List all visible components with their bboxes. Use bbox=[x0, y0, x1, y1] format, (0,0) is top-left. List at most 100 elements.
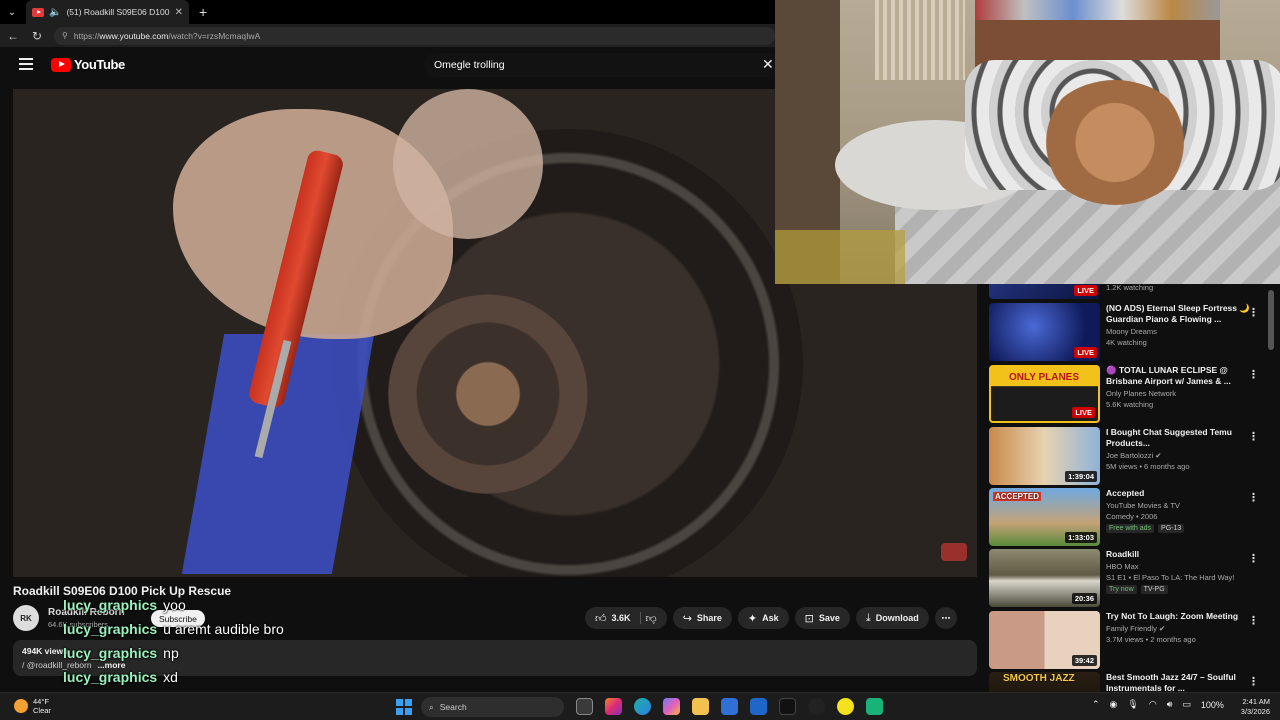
video-title[interactable]: Roadkill bbox=[1106, 549, 1256, 560]
weather-condition: Clear bbox=[33, 706, 51, 715]
temperature: 44°F bbox=[33, 697, 49, 706]
share-arrow-icon: ↪ bbox=[682, 612, 692, 625]
video-info: Best Smooth Jazz 24/7 – Soulful Instrume… bbox=[1106, 672, 1256, 692]
youtube-header: YouTube Omegle trolling ✕ bbox=[0, 47, 780, 83]
wifi-icon[interactable]: ◠ bbox=[1149, 699, 1157, 710]
recommendation-item[interactable]: 20:36 Roadkill HBO Max S1 E1 • El Paso T… bbox=[989, 549, 1274, 607]
chat-text: np bbox=[163, 645, 179, 661]
video-title[interactable]: Best Smooth Jazz 24/7 – Soulful Instrume… bbox=[1106, 672, 1256, 692]
video-title[interactable]: (NO ADS) Eternal Sleep Fortress 🌙 Guardi… bbox=[1106, 303, 1256, 325]
chat-text: u aremt audible bro bbox=[163, 621, 284, 637]
url-field[interactable]: ⚲ https://www.youtube.com/watch?v=rzsMcm… bbox=[54, 26, 775, 45]
video-thumbnail[interactable]: LIVE bbox=[989, 284, 1100, 299]
channel-name[interactable]: YouTube Movies & TV bbox=[1106, 501, 1256, 510]
more-options-icon[interactable]: ⋮ bbox=[1248, 430, 1259, 443]
download-label: Download bbox=[875, 613, 919, 623]
file-explorer-icon[interactable] bbox=[692, 698, 709, 715]
video-title[interactable]: Accepted bbox=[1106, 488, 1256, 499]
video-title[interactable]: Try Not To Laugh: Zoom Meeting bbox=[1106, 611, 1256, 622]
recommendation-item[interactable]: LIVE 1.2K watching bbox=[989, 284, 1274, 299]
recommendation-item[interactable]: ONLY PLANES LIVE 🟣 TOTAL LUNAR ECLIPSE @… bbox=[989, 365, 1274, 423]
snapchat-icon[interactable] bbox=[837, 698, 854, 715]
video-thumbnail[interactable]: SMOOTH JAZZ bbox=[989, 672, 1100, 692]
recommendation-item[interactable]: ACCEPTED 1:33:03 Accepted YouTube Movies… bbox=[989, 488, 1274, 546]
channel-name[interactable]: HBO Max bbox=[1106, 562, 1256, 571]
try-now-badge[interactable]: Try now bbox=[1106, 585, 1137, 594]
channel-row: RK Roadkill Reborn 64.6K subscribers Sub… bbox=[13, 605, 205, 631]
download-button[interactable]: ⤓ Download bbox=[855, 607, 929, 629]
video-thumbnail[interactable]: ACCEPTED 1:33:03 bbox=[989, 488, 1100, 546]
clock[interactable]: 2:41 AM 3/3/2026 bbox=[1226, 697, 1270, 717]
copilot-icon[interactable] bbox=[663, 698, 680, 715]
rating-badge: PG-13 bbox=[1158, 524, 1185, 533]
microsoft-store-icon[interactable] bbox=[721, 698, 738, 715]
edge-browser-icon[interactable] bbox=[634, 698, 651, 715]
task-view-icon[interactable] bbox=[576, 698, 593, 715]
tray-app-icon[interactable]: ◉ bbox=[1110, 699, 1118, 710]
channel-avatar[interactable]: RK bbox=[13, 605, 39, 631]
ask-button[interactable]: ✦ Ask bbox=[737, 607, 789, 629]
battery-icon[interactable]: ▭ bbox=[1182, 699, 1191, 710]
tag-row: Free with ads PG-13 bbox=[1106, 524, 1256, 533]
channel-name[interactable]: Moony Dreams bbox=[1106, 327, 1256, 336]
recommendation-item[interactable]: 1:39:04 I Bought Chat Suggested Temu Pro… bbox=[989, 427, 1274, 485]
volume-icon[interactable]: 🔊︎ bbox=[1167, 699, 1173, 710]
back-arrow-icon[interactable]: ← bbox=[6, 29, 20, 43]
clear-search-icon[interactable]: ✕ bbox=[762, 56, 774, 73]
close-tab-icon[interactable]: ✕ bbox=[175, 7, 183, 18]
video-title[interactable]: 🟣 TOTAL LUNAR ECLIPSE @ Brisbane Airport… bbox=[1106, 365, 1256, 387]
youtube-favicon-icon bbox=[32, 7, 44, 17]
video-thumbnail[interactable]: 1:39:04 bbox=[989, 427, 1100, 485]
taskbar-search[interactable]: ⌕ Search bbox=[421, 697, 564, 717]
share-button[interactable]: ↪ Share bbox=[672, 607, 732, 629]
more-options-icon[interactable]: ⋮ bbox=[1248, 675, 1259, 688]
windows-taskbar: 44°F Clear ⌕ Search ⌃ ◉ 🎙︎ ◠ 🔊︎ ▭ 100% 2… bbox=[0, 692, 1280, 720]
microphone-icon[interactable]: 🎙︎ bbox=[1127, 699, 1138, 710]
more-options-icon[interactable]: ⋮ bbox=[1248, 552, 1259, 565]
recommendation-item[interactable]: 39:42 Try Not To Laugh: Zoom Meeting Fam… bbox=[989, 611, 1274, 669]
more-options-icon[interactable]: ⋮ bbox=[1248, 306, 1259, 319]
more-options-icon[interactable]: ⋮ bbox=[1248, 614, 1259, 627]
new-tab-plus-icon[interactable]: + bbox=[199, 4, 207, 20]
hamburger-menu-icon[interactable] bbox=[19, 58, 33, 70]
video-info: Try Not To Laugh: Zoom Meeting Family Fr… bbox=[1106, 611, 1256, 644]
like-button[interactable]: 👍︎ 3.6K 👎︎ bbox=[585, 607, 667, 629]
channel-watermark-icon[interactable] bbox=[941, 543, 967, 561]
video-info: Accepted YouTube Movies & TV Comedy • 20… bbox=[1106, 488, 1256, 533]
thumbs-down-icon[interactable]: 👎︎ bbox=[646, 612, 657, 625]
video-title[interactable]: I Bought Chat Suggested Temu Products... bbox=[1106, 427, 1256, 449]
sparkle-icon: ✦ bbox=[747, 612, 758, 625]
browser-tab[interactable]: 🔈 (51) Roadkill S09E06 D100 Pick ✕ bbox=[26, 0, 189, 24]
obs-app-icon[interactable] bbox=[866, 698, 883, 715]
tray-chevron-up-icon[interactable]: ⌃ bbox=[1092, 699, 1100, 710]
tiktok-icon[interactable] bbox=[779, 698, 796, 715]
speaker-icon[interactable]: 🔈 bbox=[49, 7, 61, 18]
more-actions-icon[interactable]: ⋯ bbox=[934, 607, 957, 629]
recommendation-item[interactable]: SMOOTH JAZZ Best Smooth Jazz 24/7 – Soul… bbox=[989, 672, 1274, 692]
channel-name[interactable]: Family Friendly ✔ bbox=[1106, 624, 1256, 633]
recommendation-item[interactable]: LIVE (NO ADS) Eternal Sleep Fortress 🌙 G… bbox=[989, 303, 1274, 361]
video-meta: 5.6K watching bbox=[1106, 400, 1154, 409]
instagram-icon[interactable] bbox=[605, 698, 622, 715]
outlook-icon[interactable] bbox=[750, 698, 767, 715]
video-thumbnail[interactable]: 20:36 bbox=[989, 549, 1100, 607]
weather-widget[interactable]: 44°F Clear bbox=[14, 697, 51, 715]
site-info-icon[interactable]: ⚲ bbox=[62, 31, 68, 40]
tab-list-chevron-icon[interactable]: ⌄ bbox=[0, 0, 24, 24]
channel-name[interactable]: Joe Bartolozzi ✔ bbox=[1106, 451, 1256, 460]
more-options-icon[interactable]: ⋮ bbox=[1248, 491, 1259, 504]
search-input[interactable]: Omegle trolling bbox=[424, 53, 780, 77]
youtube-logo[interactable]: YouTube bbox=[51, 57, 125, 72]
webcam-person bbox=[1040, 80, 1190, 205]
url-text: https://www.youtube.com/watch?v=rzsMcmaq… bbox=[73, 30, 261, 41]
video-thumbnail[interactable]: ONLY PLANES LIVE bbox=[989, 365, 1100, 423]
more-options-icon[interactable]: ⋮ bbox=[1248, 368, 1259, 381]
video-thumbnail[interactable]: 39:42 bbox=[989, 611, 1100, 669]
channel-name[interactable]: Only Planes Network bbox=[1106, 389, 1256, 398]
alien-app-icon[interactable] bbox=[808, 698, 825, 715]
video-thumbnail[interactable]: LIVE bbox=[989, 303, 1100, 361]
sidebar-scrollbar[interactable] bbox=[1268, 290, 1274, 350]
windows-start-icon[interactable] bbox=[396, 699, 412, 715]
save-button[interactable]: ⊡ Save bbox=[794, 607, 850, 629]
reload-icon[interactable]: ↻ bbox=[30, 29, 44, 43]
